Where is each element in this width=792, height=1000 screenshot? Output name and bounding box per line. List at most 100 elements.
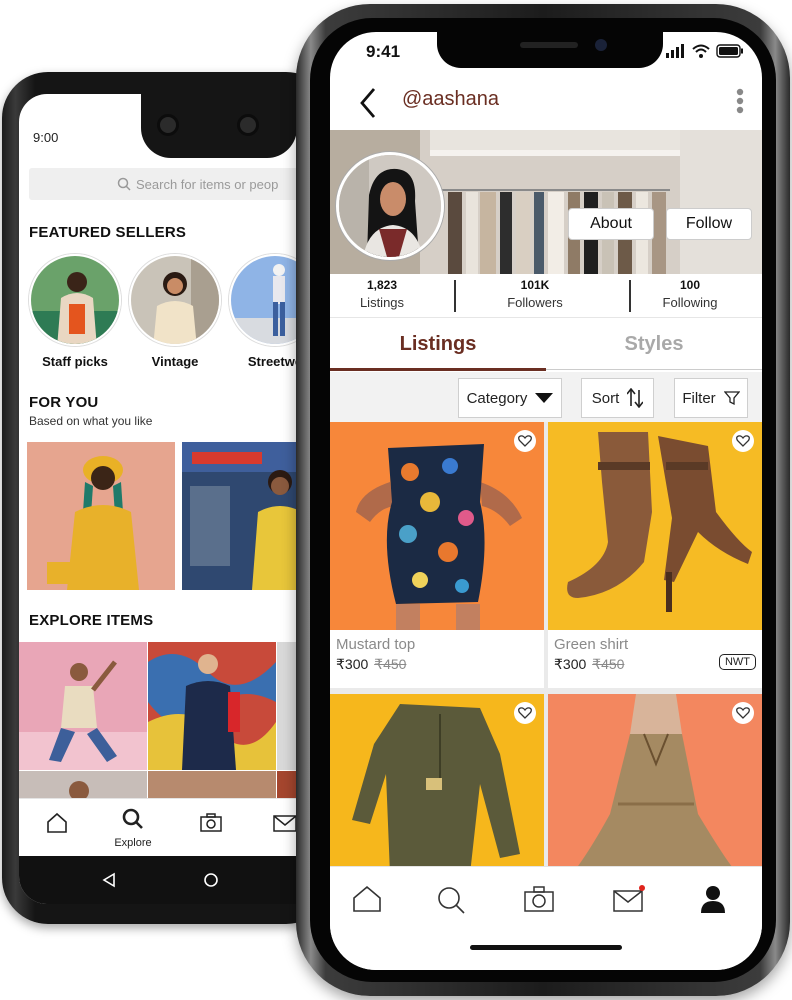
sort-button[interactable]: Sort	[581, 378, 654, 418]
stat-label: Following	[662, 295, 718, 310]
wifi-icon	[692, 44, 710, 58]
explore-items-title: EXPLORE ITEMS	[29, 612, 154, 629]
search-icon	[117, 177, 131, 191]
more-options-button[interactable]	[736, 88, 744, 119]
explore-item[interactable]	[148, 642, 276, 770]
user-icon	[701, 886, 725, 913]
tab-divider	[546, 369, 762, 370]
home-tab[interactable]	[37, 811, 77, 840]
stat-value: 100	[679, 278, 701, 292]
heart-icon	[736, 435, 750, 447]
listing-title: Mustard top	[336, 636, 416, 653]
messages-tab[interactable]	[612, 885, 646, 920]
for-you-title: FOR YOU	[29, 394, 99, 411]
listing-card[interactable]	[548, 694, 762, 866]
android-phone: 9:00 Search for items or peop FEATURED S…	[2, 72, 332, 924]
stat-listings[interactable]: 1,823 Listings	[354, 278, 410, 310]
listing-card[interactable]: Green shirt ₹300 ₹450 NWT	[548, 422, 762, 688]
like-button[interactable]	[514, 430, 536, 452]
search-placeholder: Search for items or peop	[136, 176, 279, 192]
explore-item[interactable]	[19, 771, 147, 801]
profile-stats: 1,823 Listings 101K Followers 100 Follow…	[330, 274, 762, 318]
stat-followers[interactable]: 101K Followers	[498, 278, 572, 310]
listing-card[interactable]: Mustard top ₹300 ₹450	[330, 422, 544, 688]
home-circle-icon[interactable]	[203, 872, 219, 888]
like-button[interactable]	[732, 702, 754, 724]
profile-tab[interactable]	[700, 885, 726, 918]
filter-button[interactable]: Filter	[674, 378, 748, 418]
avatar	[29, 254, 121, 346]
explore-item[interactable]	[19, 642, 147, 770]
listing-image	[330, 422, 544, 630]
search-icon	[122, 808, 143, 829]
sort-arrows-icon	[627, 388, 644, 408]
stat-value: 1,823	[366, 278, 398, 292]
profile-header: @aashana	[330, 78, 762, 128]
search-tab[interactable]	[436, 885, 466, 920]
current-price: ₹300	[336, 656, 369, 672]
chevron-left-icon	[360, 88, 376, 118]
camera-tab[interactable]	[524, 885, 554, 918]
home-icon	[353, 885, 381, 912]
home-indicator	[470, 945, 622, 950]
front-camera-icon	[595, 39, 607, 51]
filter-bar: Category Sort Filter	[330, 372, 762, 426]
stat-value: 101K	[520, 278, 550, 292]
home-icon	[47, 812, 67, 833]
original-price: ₹450	[374, 656, 407, 672]
front-camera-icon	[237, 114, 259, 136]
listings-grid: Mustard top ₹300 ₹450 Green shirt ₹300 ₹…	[330, 422, 762, 866]
about-button[interactable]: About	[568, 208, 654, 240]
bottom-nav: Explore	[19, 798, 319, 856]
for-you-subtitle: Based on what you like	[29, 414, 153, 428]
caret-down-icon	[535, 393, 554, 403]
mail-icon	[273, 815, 297, 832]
avatar	[129, 254, 221, 346]
heart-icon	[518, 435, 532, 447]
search-input[interactable]: Search for items or peop	[29, 168, 319, 200]
listing-image	[548, 694, 762, 866]
seller-label: Vintage	[151, 354, 199, 369]
profile-avatar[interactable]	[336, 152, 444, 260]
category-dropdown[interactable]: Category	[458, 378, 562, 418]
camera-icon	[200, 813, 222, 832]
heart-icon	[518, 707, 532, 719]
featured-sellers-title: FEATURED SELLERS	[29, 224, 187, 241]
like-button[interactable]	[514, 702, 536, 724]
back-button[interactable]	[358, 86, 378, 125]
iphone: 9:41 @aashana About Follow 1,823 Listing…	[296, 4, 790, 996]
follow-button[interactable]: Follow	[666, 208, 752, 240]
tab-listings[interactable]: Listings	[330, 322, 546, 372]
camera-tab[interactable]	[191, 811, 231, 840]
like-button[interactable]	[732, 430, 754, 452]
seller-staff-picks[interactable]: Staff picks	[29, 254, 121, 369]
explore-tab[interactable]: Explore	[111, 807, 155, 849]
more-vertical-icon	[736, 88, 744, 114]
seller-vintage[interactable]: Vintage	[129, 254, 221, 369]
android-screen: 9:00 Search for items or peop FEATURED S…	[19, 94, 319, 904]
status-time: 9:00	[33, 130, 59, 145]
tab-styles[interactable]: Styles	[546, 322, 762, 372]
profile-tabs: Listings Styles	[330, 322, 762, 372]
stat-label: Followers	[507, 295, 563, 310]
android-notch	[141, 94, 297, 158]
current-price: ₹300	[554, 656, 587, 672]
explore-item[interactable]	[148, 771, 276, 801]
stat-following[interactable]: 100 Following	[656, 278, 724, 310]
heart-icon	[736, 707, 750, 719]
active-tab-underline	[330, 368, 546, 371]
iphone-notch	[437, 32, 663, 68]
speaker-grille	[520, 42, 578, 48]
back-triangle-icon[interactable]	[101, 872, 117, 888]
condition-badge: NWT	[718, 654, 756, 670]
stat-label: Listings	[359, 295, 405, 310]
listing-title: Green shirt	[554, 636, 629, 653]
status-time: 9:41	[366, 42, 401, 61]
original-price: ₹450	[592, 656, 625, 672]
listing-card[interactable]	[330, 694, 544, 866]
filter-funnel-icon	[723, 391, 740, 406]
search-icon	[438, 887, 465, 914]
for-you-item[interactable]	[27, 442, 175, 590]
home-tab[interactable]	[352, 885, 382, 918]
battery-icon	[716, 44, 743, 58]
